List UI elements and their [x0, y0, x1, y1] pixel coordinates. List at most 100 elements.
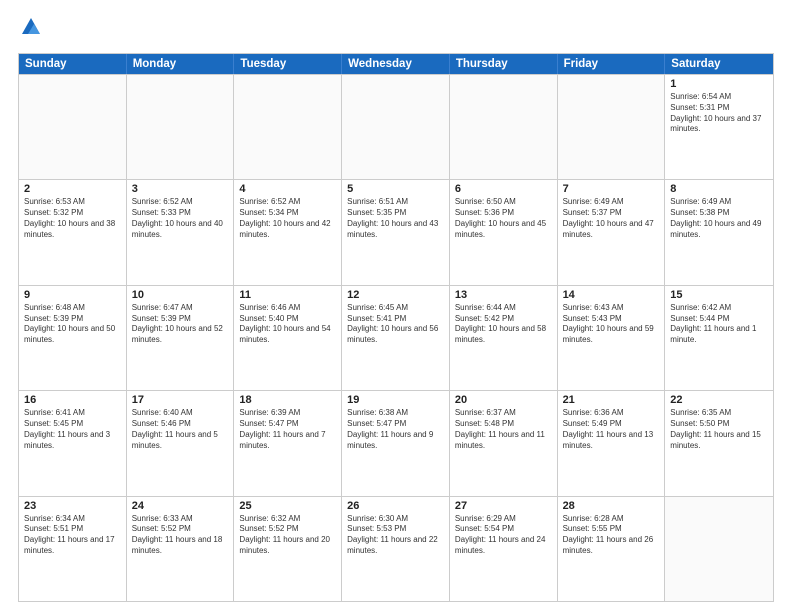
day-number: 16	[24, 394, 121, 406]
cell-info: Sunrise: 6:37 AM Sunset: 5:48 PM Dayligh…	[455, 408, 552, 451]
logo	[18, 16, 42, 43]
day-number: 11	[239, 289, 336, 301]
cell-info: Sunrise: 6:49 AM Sunset: 5:37 PM Dayligh…	[563, 197, 660, 240]
calendar-cell-3: 3 Sunrise: 6:52 AM Sunset: 5:33 PM Daylig…	[127, 180, 235, 284]
day-number: 8	[670, 183, 768, 195]
day-number: 13	[455, 289, 552, 301]
day-number: 9	[24, 289, 121, 301]
calendar-cell-4: 4 Sunrise: 6:52 AM Sunset: 5:34 PM Daylig…	[234, 180, 342, 284]
cell-info: Sunrise: 6:49 AM Sunset: 5:38 PM Dayligh…	[670, 197, 768, 240]
calendar-header: SundayMondayTuesdayWednesdayThursdayFrid…	[19, 54, 773, 74]
cell-info: Sunrise: 6:34 AM Sunset: 5:51 PM Dayligh…	[24, 514, 121, 557]
cell-info: Sunrise: 6:40 AM Sunset: 5:46 PM Dayligh…	[132, 408, 229, 451]
cell-info: Sunrise: 6:38 AM Sunset: 5:47 PM Dayligh…	[347, 408, 444, 451]
logo-text	[18, 16, 42, 43]
calendar-row-1: 2 Sunrise: 6:53 AM Sunset: 5:32 PM Daylig…	[19, 179, 773, 284]
header	[18, 16, 774, 43]
calendar-cell-15: 15 Sunrise: 6:42 AM Sunset: 5:44 PM Dayli…	[665, 286, 773, 390]
calendar-cell-empty	[450, 75, 558, 179]
day-number: 5	[347, 183, 444, 195]
calendar-cell-22: 22 Sunrise: 6:35 AM Sunset: 5:50 PM Dayli…	[665, 391, 773, 495]
day-header-tuesday: Tuesday	[234, 54, 342, 74]
day-number: 15	[670, 289, 768, 301]
calendar-cell-empty	[19, 75, 127, 179]
calendar-cell-empty	[558, 75, 666, 179]
calendar-cell-empty	[665, 497, 773, 601]
day-number: 3	[132, 183, 229, 195]
calendar-cell-10: 10 Sunrise: 6:47 AM Sunset: 5:39 PM Dayli…	[127, 286, 235, 390]
cell-info: Sunrise: 6:52 AM Sunset: 5:34 PM Dayligh…	[239, 197, 336, 240]
calendar-cell-25: 25 Sunrise: 6:32 AM Sunset: 5:52 PM Dayli…	[234, 497, 342, 601]
cell-info: Sunrise: 6:50 AM Sunset: 5:36 PM Dayligh…	[455, 197, 552, 240]
cell-info: Sunrise: 6:44 AM Sunset: 5:42 PM Dayligh…	[455, 303, 552, 346]
cell-info: Sunrise: 6:43 AM Sunset: 5:43 PM Dayligh…	[563, 303, 660, 346]
calendar-cell-6: 6 Sunrise: 6:50 AM Sunset: 5:36 PM Daylig…	[450, 180, 558, 284]
day-header-friday: Friday	[558, 54, 666, 74]
calendar-cell-2: 2 Sunrise: 6:53 AM Sunset: 5:32 PM Daylig…	[19, 180, 127, 284]
day-header-wednesday: Wednesday	[342, 54, 450, 74]
cell-info: Sunrise: 6:33 AM Sunset: 5:52 PM Dayligh…	[132, 514, 229, 557]
day-number: 17	[132, 394, 229, 406]
calendar-body: 1 Sunrise: 6:54 AM Sunset: 5:31 PM Daylig…	[19, 74, 773, 601]
calendar-cell-5: 5 Sunrise: 6:51 AM Sunset: 5:35 PM Daylig…	[342, 180, 450, 284]
calendar-cell-27: 27 Sunrise: 6:29 AM Sunset: 5:54 PM Dayli…	[450, 497, 558, 601]
calendar-cell-21: 21 Sunrise: 6:36 AM Sunset: 5:49 PM Dayli…	[558, 391, 666, 495]
cell-info: Sunrise: 6:29 AM Sunset: 5:54 PM Dayligh…	[455, 514, 552, 557]
day-number: 19	[347, 394, 444, 406]
day-number: 21	[563, 394, 660, 406]
calendar-cell-11: 11Sunrise: 6:46 AM Sunset: 5:40 PM Dayli…	[234, 286, 342, 390]
cell-info: Sunrise: 6:52 AM Sunset: 5:33 PM Dayligh…	[132, 197, 229, 240]
day-number: 25	[239, 500, 336, 512]
calendar-cell-14: 14Sunrise: 6:43 AM Sunset: 5:43 PM Dayli…	[558, 286, 666, 390]
day-number: 2	[24, 183, 121, 195]
cell-info: Sunrise: 6:45 AM Sunset: 5:41 PM Dayligh…	[347, 303, 444, 346]
calendar-cell-24: 24Sunrise: 6:33 AM Sunset: 5:52 PM Dayli…	[127, 497, 235, 601]
calendar-cell-16: 16Sunrise: 6:41 AM Sunset: 5:45 PM Dayli…	[19, 391, 127, 495]
calendar: SundayMondayTuesdayWednesdayThursdayFrid…	[18, 53, 774, 602]
day-number: 28	[563, 500, 660, 512]
cell-info: Sunrise: 6:54 AM Sunset: 5:31 PM Dayligh…	[670, 92, 768, 135]
cell-info: Sunrise: 6:47 AM Sunset: 5:39 PM Dayligh…	[132, 303, 229, 346]
day-number: 10	[132, 289, 229, 301]
calendar-cell-8: 8 Sunrise: 6:49 AM Sunset: 5:38 PM Daylig…	[665, 180, 773, 284]
calendar-cell-26: 26 Sunrise: 6:30 AM Sunset: 5:53 PM Dayli…	[342, 497, 450, 601]
cell-info: Sunrise: 6:53 AM Sunset: 5:32 PM Dayligh…	[24, 197, 121, 240]
calendar-cell-1: 1 Sunrise: 6:54 AM Sunset: 5:31 PM Daylig…	[665, 75, 773, 179]
day-number: 7	[563, 183, 660, 195]
calendar-cell-empty	[342, 75, 450, 179]
calendar-row-0: 1 Sunrise: 6:54 AM Sunset: 5:31 PM Daylig…	[19, 74, 773, 179]
cell-info: Sunrise: 6:42 AM Sunset: 5:44 PM Dayligh…	[670, 303, 768, 346]
cell-info: Sunrise: 6:39 AM Sunset: 5:47 PM Dayligh…	[239, 408, 336, 451]
day-header-thursday: Thursday	[450, 54, 558, 74]
day-number: 4	[239, 183, 336, 195]
calendar-cell-28: 28Sunrise: 6:28 AM Sunset: 5:55 PM Dayli…	[558, 497, 666, 601]
calendar-cell-empty	[234, 75, 342, 179]
calendar-cell-empty	[127, 75, 235, 179]
calendar-cell-18: 18Sunrise: 6:39 AM Sunset: 5:47 PM Dayli…	[234, 391, 342, 495]
cell-info: Sunrise: 6:35 AM Sunset: 5:50 PM Dayligh…	[670, 408, 768, 451]
calendar-cell-9: 9Sunrise: 6:48 AM Sunset: 5:39 PM Daylig…	[19, 286, 127, 390]
calendar-cell-20: 20Sunrise: 6:37 AM Sunset: 5:48 PM Dayli…	[450, 391, 558, 495]
cell-info: Sunrise: 6:36 AM Sunset: 5:49 PM Dayligh…	[563, 408, 660, 451]
page: SundayMondayTuesdayWednesdayThursdayFrid…	[0, 0, 792, 612]
day-number: 1	[670, 78, 768, 90]
day-number: 26	[347, 500, 444, 512]
day-number: 23	[24, 500, 121, 512]
calendar-cell-12: 12Sunrise: 6:45 AM Sunset: 5:41 PM Dayli…	[342, 286, 450, 390]
calendar-row-2: 9Sunrise: 6:48 AM Sunset: 5:39 PM Daylig…	[19, 285, 773, 390]
calendar-cell-7: 7 Sunrise: 6:49 AM Sunset: 5:37 PM Daylig…	[558, 180, 666, 284]
day-header-sunday: Sunday	[19, 54, 127, 74]
day-header-monday: Monday	[127, 54, 235, 74]
calendar-row-3: 16Sunrise: 6:41 AM Sunset: 5:45 PM Dayli…	[19, 390, 773, 495]
calendar-cell-19: 19 Sunrise: 6:38 AM Sunset: 5:47 PM Dayli…	[342, 391, 450, 495]
day-header-saturday: Saturday	[665, 54, 773, 74]
day-number: 22	[670, 394, 768, 406]
calendar-cell-13: 13 Sunrise: 6:44 AM Sunset: 5:42 PM Dayli…	[450, 286, 558, 390]
cell-info: Sunrise: 6:51 AM Sunset: 5:35 PM Dayligh…	[347, 197, 444, 240]
cell-info: Sunrise: 6:32 AM Sunset: 5:52 PM Dayligh…	[239, 514, 336, 557]
cell-info: Sunrise: 6:30 AM Sunset: 5:53 PM Dayligh…	[347, 514, 444, 557]
day-number: 6	[455, 183, 552, 195]
logo-icon	[20, 16, 42, 38]
calendar-cell-17: 17 Sunrise: 6:40 AM Sunset: 5:46 PM Dayli…	[127, 391, 235, 495]
day-number: 27	[455, 500, 552, 512]
